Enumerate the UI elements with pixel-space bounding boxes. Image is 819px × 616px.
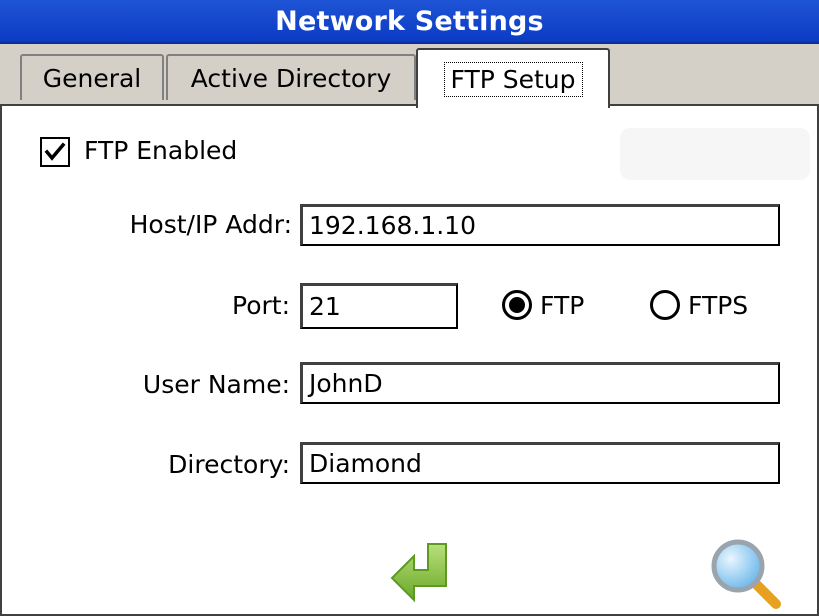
port-input[interactable]: 21 — [300, 283, 458, 329]
panel-top-border — [0, 104, 819, 106]
window-title: Network Settings — [275, 5, 544, 37]
port-value: 21 — [309, 292, 341, 321]
user-name-input[interactable]: JohnD — [300, 362, 780, 404]
tab-general-label: General — [42, 63, 142, 93]
search-button[interactable] — [706, 536, 784, 610]
user-name-value: JohnD — [309, 369, 383, 398]
ftp-enabled-label: FTP Enabled — [84, 136, 238, 165]
host-label: Host/IP Addr: — [129, 210, 292, 239]
tab-ftp-setup-label: FTP Setup — [443, 61, 583, 97]
blank-area — [620, 128, 810, 180]
ftp-enabled-checkbox[interactable] — [40, 137, 70, 167]
host-input[interactable]: 192.168.1.10 — [300, 204, 780, 246]
tab-ftp-setup[interactable]: FTP Setup — [416, 48, 610, 108]
directory-input[interactable]: Diamond — [300, 442, 780, 484]
user-name-label: User Name: — [142, 370, 290, 399]
enter-arrow-icon — [390, 543, 447, 603]
window-title-bar: Network Settings — [0, 0, 819, 44]
radio-selected-dot — [509, 297, 525, 313]
ftp-radio-label: FTP — [540, 291, 585, 320]
ftps-radio-label: FTPS — [688, 291, 749, 320]
tab-active-directory[interactable]: Active Directory — [166, 54, 416, 100]
checkmark-icon — [44, 142, 66, 161]
tab-general[interactable]: General — [20, 54, 164, 100]
directory-label: Directory: — [168, 450, 290, 479]
port-label: Port: — [232, 291, 290, 320]
enter-button[interactable] — [388, 540, 458, 606]
magnifier-icon — [711, 539, 781, 609]
tab-strip: General Active Directory FTP Setup — [0, 44, 819, 108]
host-value: 192.168.1.10 — [309, 211, 476, 240]
ftp-radio[interactable] — [502, 290, 532, 320]
directory-value: Diamond — [309, 449, 422, 478]
tab-active-directory-label: Active Directory — [190, 63, 392, 93]
ftps-radio[interactable] — [650, 290, 680, 320]
